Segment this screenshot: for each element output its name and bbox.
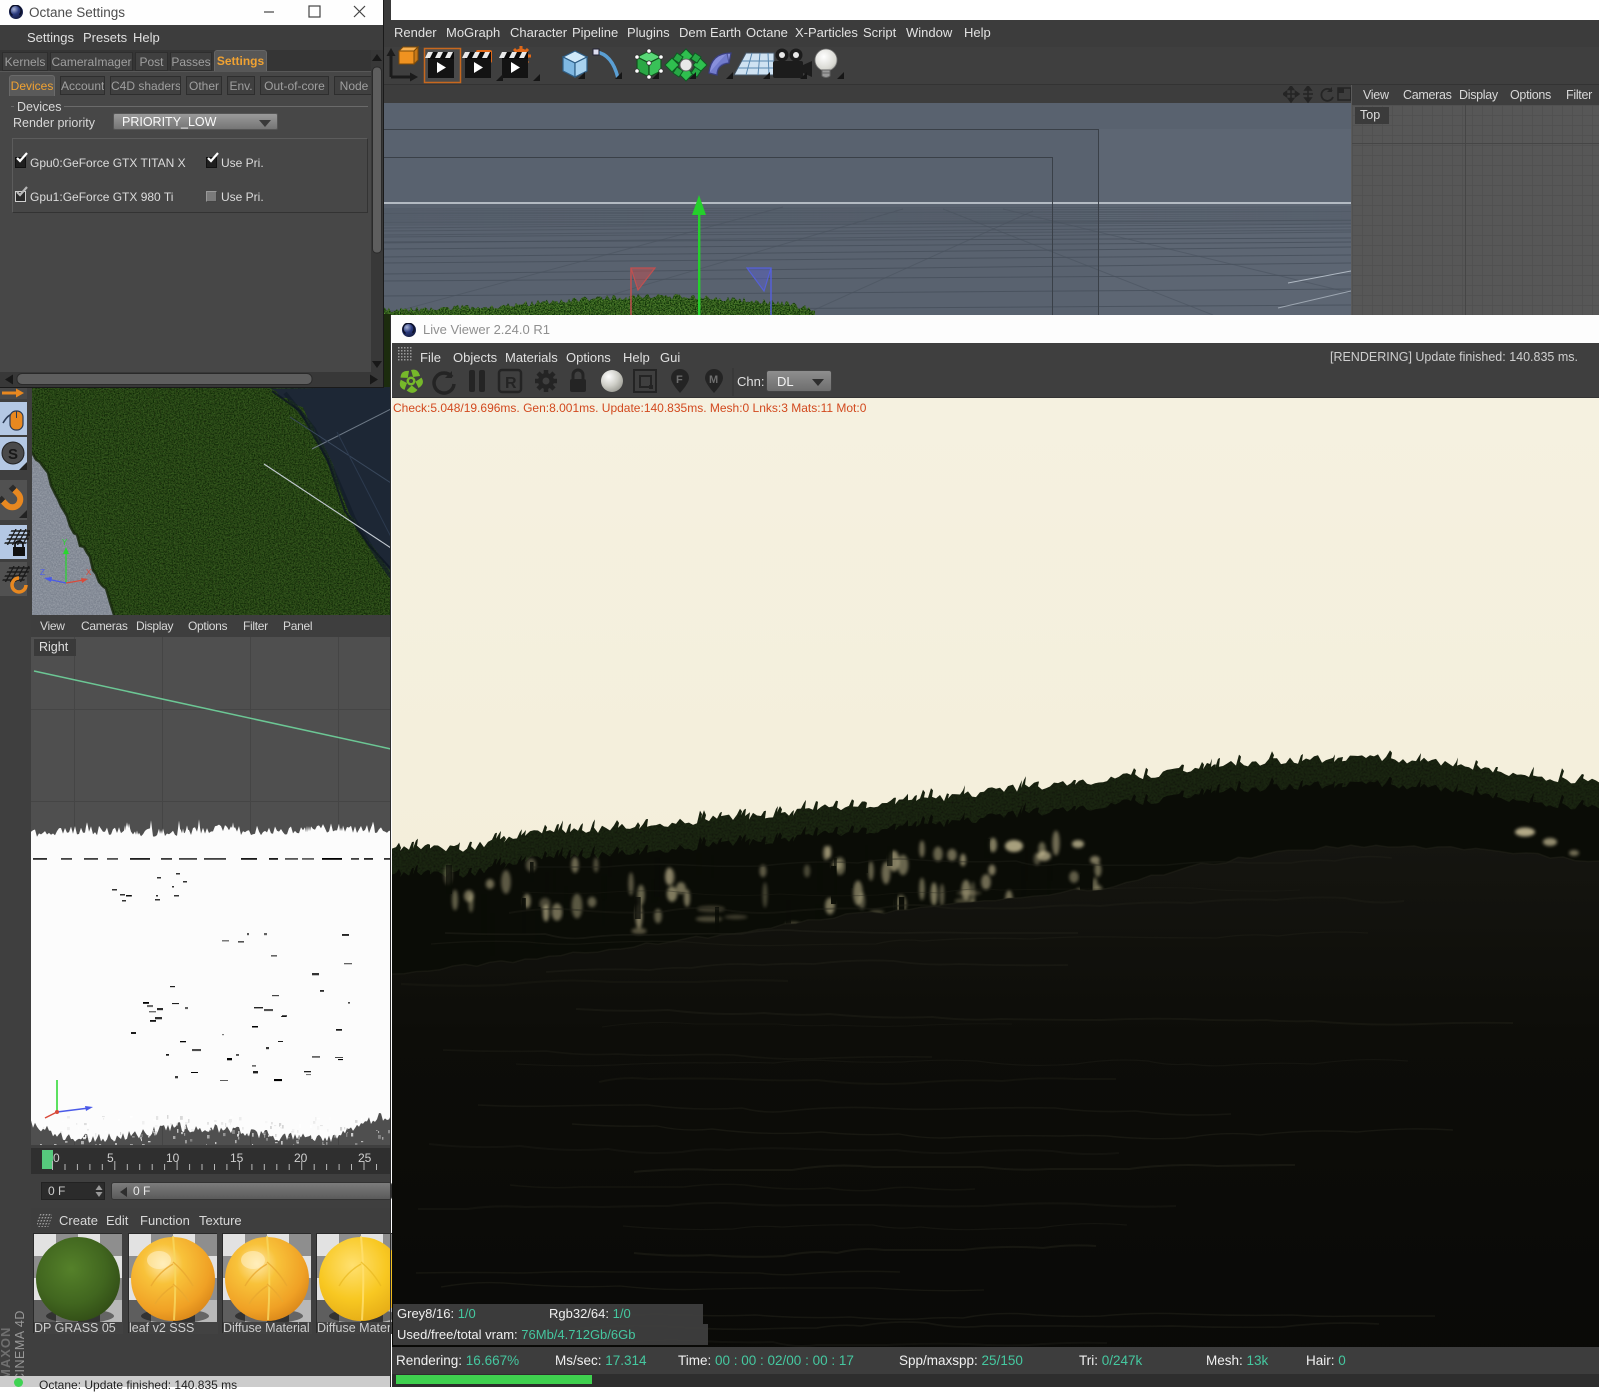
svg-text:R: R	[505, 375, 517, 392]
svg-text:M: M	[709, 374, 718, 386]
svg-text:F: F	[676, 374, 683, 386]
